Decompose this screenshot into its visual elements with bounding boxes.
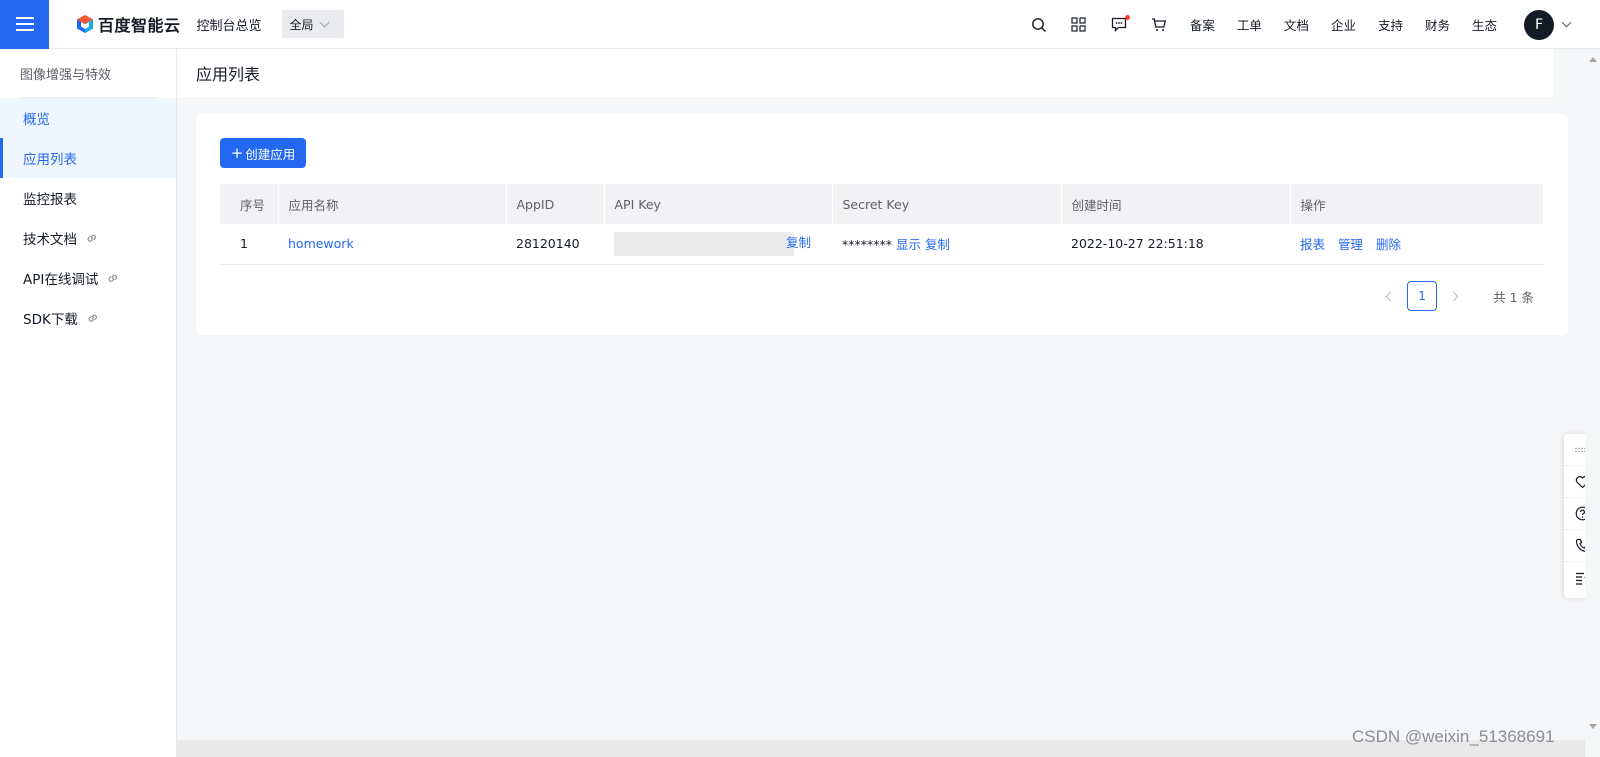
app-name-link[interactable]: homework: [288, 236, 354, 251]
table-row: 1 homework 28120140 复制 ******** 显示 复制 20…: [220, 224, 1544, 265]
sidebar-item-label: API在线调试: [23, 272, 99, 288]
nav-beian[interactable]: 备案: [1190, 15, 1215, 34]
nav-enterprise[interactable]: 企业: [1331, 15, 1356, 34]
messages-button[interactable]: [1099, 0, 1139, 49]
region-select[interactable]: 全局: [281, 10, 344, 38]
cart-button[interactable]: [1139, 0, 1179, 49]
plus-icon: +: [230, 143, 244, 162]
col-secret-key: Secret Key: [832, 184, 1062, 224]
nav-support[interactable]: 支持: [1378, 15, 1403, 34]
sidebar-item-api-debug[interactable]: API在线调试: [0, 258, 176, 298]
col-index: 序号: [220, 184, 279, 224]
sidebar-item-monitor-report[interactable]: 监控报表: [0, 178, 176, 218]
manage-button[interactable]: 管理: [1338, 237, 1363, 252]
search-button[interactable]: [1019, 0, 1059, 49]
report-button[interactable]: 报表: [1300, 237, 1325, 252]
col-appid: AppID: [506, 184, 605, 224]
nav-ticket[interactable]: 工单: [1237, 15, 1262, 34]
sidebar-item-label: SDK下载: [23, 312, 78, 328]
baidu-cloud-logo-icon: [77, 15, 93, 33]
chevron-down-icon: [319, 17, 329, 27]
row-appid: 28120140: [506, 224, 604, 265]
col-app-name: 应用名称: [278, 184, 507, 224]
search-icon: [1031, 17, 1046, 32]
scroll-up-icon[interactable]: [1589, 57, 1597, 62]
logo-text: 百度智能云: [98, 16, 181, 35]
vertical-scrollbar[interactable]: [1585, 49, 1600, 757]
secret-key-masked: ********: [842, 237, 892, 253]
watermark: CSDN @weixin_51368691: [1352, 727, 1555, 746]
top-bar: 百度智能云 控制台总览 全局 备案 工单 文档 企业 支持 财务 生态 F: [0, 0, 1600, 49]
message-icon: [1111, 17, 1127, 32]
avatar[interactable]: F: [1524, 9, 1554, 40]
pagination: 1 共 1 条: [1373, 280, 1534, 312]
delete-button[interactable]: 删除: [1376, 237, 1401, 252]
row-api-key: 复制: [604, 224, 832, 265]
col-created-time: 创建时间: [1061, 184, 1291, 224]
region-value: 全局: [289, 17, 314, 32]
external-link-icon: [86, 311, 100, 325]
row-secret-key: ******** 显示 复制: [832, 224, 1061, 265]
grid-icon: [1071, 17, 1086, 32]
secret-key-copy-button[interactable]: 复制: [925, 237, 950, 252]
menu-icon: [15, 17, 34, 31]
sidebar-item-label: 概览: [23, 112, 50, 128]
page-title-text: 应用列表: [196, 65, 261, 84]
scroll-down-icon[interactable]: [1589, 724, 1597, 729]
sidebar-title: 图像增强与特效: [20, 67, 112, 83]
nav-docs[interactable]: 文档: [1284, 15, 1309, 34]
hamburger-menu-button[interactable]: [0, 0, 49, 49]
secret-key-show-button[interactable]: 显示: [896, 237, 921, 252]
create-app-button[interactable]: + 创建应用: [220, 138, 306, 168]
row-index: 1: [220, 224, 278, 265]
api-key-redacted: [614, 231, 794, 256]
nav-ecosystem[interactable]: 生态: [1472, 15, 1497, 34]
app-list-card: + 创建应用 序号 应用名称 AppID API Key Secret Key …: [196, 114, 1568, 335]
apps-button[interactable]: [1059, 0, 1099, 49]
app-table: 序号 应用名称 AppID API Key Secret Key 创建时间 操作…: [220, 184, 1544, 265]
sidebar: 图像增强与特效 概览 应用列表 监控报表 技术文档 API在线调试 SDK下载: [0, 49, 177, 757]
pagination-total: 共 1 条: [1493, 289, 1534, 305]
prev-page-button[interactable]: [1373, 280, 1405, 312]
sidebar-item-tech-docs[interactable]: 技术文档: [0, 218, 176, 258]
next-page-button[interactable]: [1439, 280, 1471, 312]
external-link-icon: [106, 271, 120, 285]
table-header-row: 序号 应用名称 AppID API Key Secret Key 创建时间 操作: [220, 184, 1544, 224]
sidebar-item-sdk-download[interactable]: SDK下载: [0, 298, 176, 338]
cart-icon: [1151, 18, 1167, 31]
logo[interactable]: 百度智能云: [75, 12, 181, 36]
console-overview-link[interactable]: 控制台总览: [197, 15, 262, 34]
sidebar-item-overview[interactable]: 概览: [0, 98, 176, 138]
api-key-copy-button[interactable]: 复制: [786, 235, 811, 250]
page-number-current[interactable]: 1: [1407, 281, 1438, 311]
row-actions: 报表 管理 删除: [1290, 224, 1544, 265]
row-created-time: 2022-10-27 22:51:18: [1061, 224, 1290, 265]
chevron-left-icon: [1385, 291, 1396, 301]
external-link-icon: [85, 231, 99, 245]
sidebar-item-app-list[interactable]: 应用列表: [0, 138, 176, 178]
col-api-key: API Key: [604, 184, 833, 224]
nav-finance[interactable]: 财务: [1425, 15, 1450, 34]
chevron-right-icon: [1448, 291, 1459, 301]
sidebar-item-label: 监控报表: [23, 192, 77, 208]
page-title: 应用列表: [177, 49, 1553, 97]
sidebar-item-label: 技术文档: [23, 232, 77, 248]
create-app-label: 创建应用: [245, 146, 296, 162]
top-right-toolbar: 备案 工单 文档 企业 支持 财务 生态 F: [1019, 0, 1600, 49]
chevron-down-icon[interactable]: [1561, 17, 1572, 28]
col-actions: 操作: [1290, 184, 1544, 224]
notification-dot: [1124, 15, 1130, 20]
sidebar-item-label: 应用列表: [23, 152, 77, 168]
